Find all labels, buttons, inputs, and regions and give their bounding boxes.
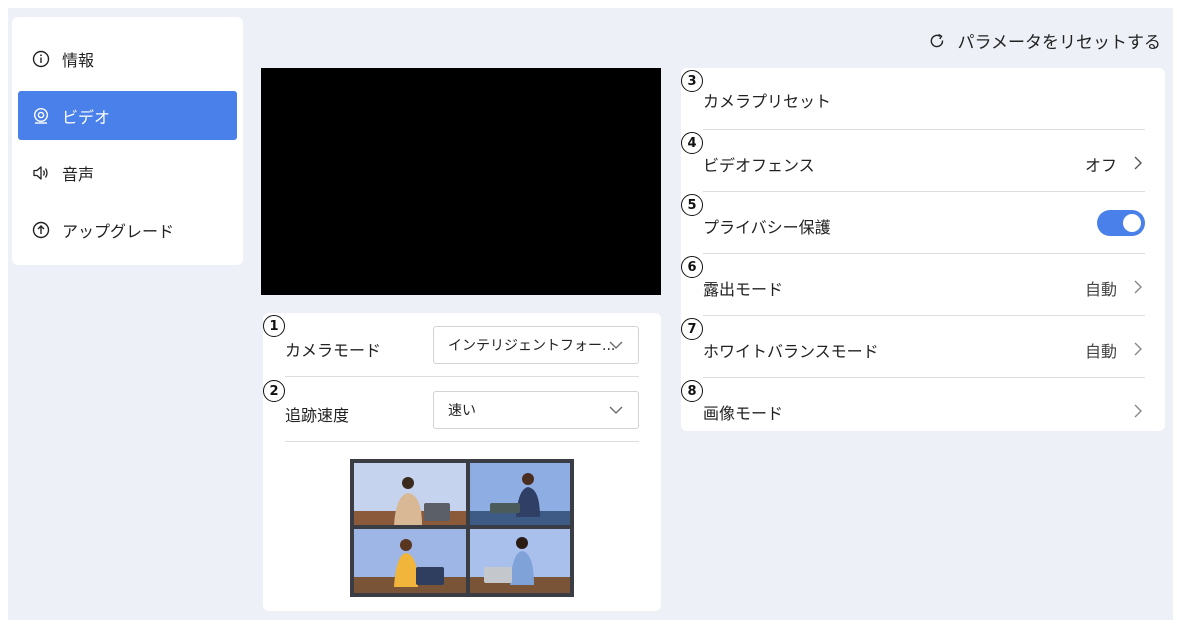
camera-mode-label: カメラモード xyxy=(285,341,382,360)
number-badge: 5 xyxy=(681,194,703,216)
number-badge: 2 xyxy=(263,380,285,402)
camera-controls-panel: 1 カメラモード インテリジェントフォー... 2 追跡速度 速い xyxy=(263,313,661,611)
sidebar-item-label: 情報 xyxy=(62,50,95,70)
white-balance-value: 自動 xyxy=(1084,342,1117,361)
upgrade-icon xyxy=(32,221,50,239)
video-preview xyxy=(261,68,661,295)
sidebar-item-upgrade[interactable]: アップグレード xyxy=(18,205,237,254)
camera-preset-label: カメラプリセット xyxy=(703,92,832,111)
number-badge: 3 xyxy=(681,70,703,92)
chevron-right-icon xyxy=(1134,156,1142,170)
number-badge: 7 xyxy=(681,318,703,340)
camera-mode-value: インテリジェントフォー... xyxy=(448,338,616,354)
video-meeting-illustration xyxy=(350,459,574,597)
video-fence-label: ビデオフェンス xyxy=(703,156,815,175)
app-window: 情報 ビデオ 音声 アップグレード パラメータをリセットする 1 カメラモード … xyxy=(8,8,1173,620)
privacy-row: 5 プライバシー保護 xyxy=(681,192,1145,254)
speaker-icon xyxy=(32,164,50,182)
privacy-toggle[interactable] xyxy=(1097,210,1145,236)
video-fence-row[interactable]: 4 ビデオフェンス オフ xyxy=(681,130,1145,192)
chevron-right-icon xyxy=(1134,404,1142,418)
exposure-mode-value: 自動 xyxy=(1084,280,1117,299)
chevron-down-icon xyxy=(609,341,623,349)
number-badge: 6 xyxy=(681,256,703,278)
info-icon xyxy=(32,50,50,68)
sidebar-item-info[interactable]: 情報 xyxy=(18,34,237,83)
toggle-knob xyxy=(1123,214,1141,232)
sidebar-item-label: アップグレード xyxy=(62,221,175,241)
sidebar-item-label: ビデオ xyxy=(62,107,111,127)
exposure-mode-label: 露出モード xyxy=(703,280,784,299)
camera-mode-select[interactable]: インテリジェントフォー... xyxy=(433,326,639,364)
white-balance-label: ホワイトバランスモード xyxy=(703,342,879,361)
sidebar-item-video[interactable]: ビデオ xyxy=(18,91,237,140)
chevron-right-icon xyxy=(1134,280,1142,294)
image-mode-label: 画像モード xyxy=(703,404,784,423)
refresh-icon xyxy=(930,33,943,47)
image-mode-row[interactable]: 8 画像モード xyxy=(681,378,1145,440)
settings-panel: 3 カメラプリセット 4 ビデオフェンス オフ 5 プライバシー保護 6 露出モ… xyxy=(681,68,1165,431)
camera-mode-row: 1 カメラモード インテリジェントフォー... xyxy=(263,313,639,377)
tracking-speed-value: 速い xyxy=(448,403,476,419)
number-badge: 1 xyxy=(263,315,285,337)
video-fence-value: オフ xyxy=(1084,156,1117,175)
sidebar-item-audio[interactable]: 音声 xyxy=(18,148,237,197)
reset-parameters-button[interactable]: パラメータをリセットする xyxy=(928,28,1162,53)
tracking-speed-row: 2 追跡速度 速い xyxy=(263,378,639,442)
tracking-speed-select[interactable]: 速い xyxy=(433,391,639,429)
tracking-speed-label: 追跡速度 xyxy=(285,406,350,425)
sidebar: 情報 ビデオ 音声 アップグレード xyxy=(12,17,243,265)
sidebar-item-label: 音声 xyxy=(62,164,95,184)
number-badge: 8 xyxy=(681,380,703,402)
white-balance-row[interactable]: 7 ホワイトバランスモード 自動 xyxy=(681,316,1145,378)
camera-preset-row[interactable]: 3 カメラプリセット xyxy=(681,68,1145,130)
exposure-mode-row[interactable]: 6 露出モード 自動 xyxy=(681,254,1145,316)
chevron-down-icon xyxy=(609,406,623,414)
video-camera-icon xyxy=(32,107,50,125)
number-badge: 4 xyxy=(681,132,703,154)
chevron-right-icon xyxy=(1134,342,1142,356)
privacy-label: プライバシー保護 xyxy=(703,218,831,237)
reset-label: パラメータをリセットする xyxy=(957,33,1162,53)
